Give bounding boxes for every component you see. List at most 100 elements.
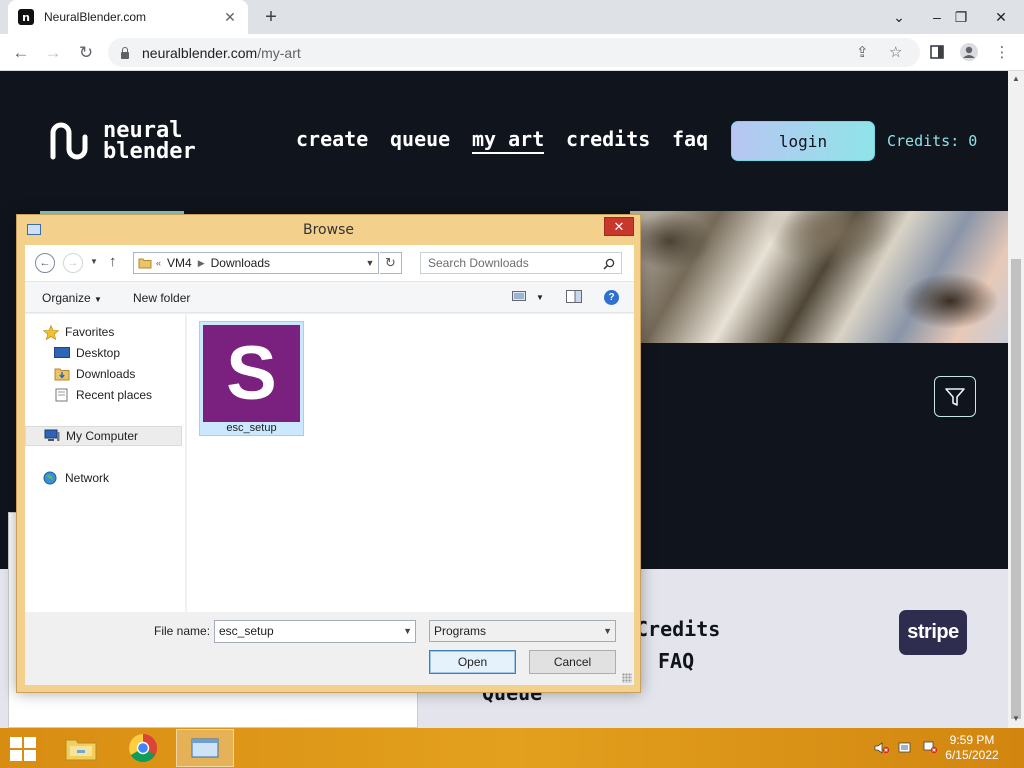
address-bar[interactable]: neuralblender.com/my-art ⇪ ☆ xyxy=(108,38,920,67)
path-segment-downloads[interactable]: Downloads xyxy=(211,256,270,270)
new-folder-button[interactable]: New folder xyxy=(133,291,190,305)
neuralblender-logo[interactable]: neural blender xyxy=(47,119,196,163)
taskbar-chrome[interactable] xyxy=(114,729,172,767)
resize-grip-icon[interactable] xyxy=(622,673,632,683)
dialog-close-button[interactable]: ✕ xyxy=(604,217,634,236)
neuralblender-logo-icon xyxy=(50,122,88,160)
path-segment-vm4[interactable]: VM4 xyxy=(167,256,192,270)
nav-downloads-label: Downloads xyxy=(76,367,136,381)
file-type-dropdown-icon: ▼ xyxy=(603,626,612,636)
dialog-body: ← → ▼ ↑ « VM4 ▶ Downloads ▼ ↻ Search Dow… xyxy=(25,245,634,685)
file-type-select[interactable]: Programs ▼ xyxy=(429,620,616,642)
nav-credits[interactable]: credits xyxy=(566,127,650,151)
page-scrollbar[interactable]: ▲ ▼ xyxy=(1008,71,1024,728)
filter-icon xyxy=(945,387,965,406)
file-name-dropdown-icon[interactable]: ▼ xyxy=(403,621,412,642)
browser-tab[interactable]: n NeuralBlender.com ✕ xyxy=(8,0,248,34)
start-button[interactable] xyxy=(8,736,38,762)
new-tab-button[interactable]: + xyxy=(260,6,282,28)
nav-network-label: Network xyxy=(65,471,110,485)
file-explorer-icon xyxy=(65,739,97,761)
search-icon xyxy=(603,256,615,276)
recent-places-icon xyxy=(54,388,70,402)
computer-icon xyxy=(44,429,60,443)
nav-my-art[interactable]: my art xyxy=(472,127,545,154)
dialog-bottom-area: File name: esc_setup ▼ Programs ▼ Open C… xyxy=(25,612,634,685)
chrome-menu-icon[interactable]: ⋮ xyxy=(991,41,1013,63)
system-clock[interactable]: 9:59 PM 6/15/2022 xyxy=(930,733,1014,763)
file-type-value: Programs xyxy=(434,624,487,638)
footer-link-credits[interactable]: Credits xyxy=(636,617,720,641)
logo-text-line1: neural xyxy=(103,118,183,143)
favorites-star-icon xyxy=(42,324,60,341)
file-item-esc-setup[interactable]: S esc_setup xyxy=(199,321,304,436)
filter-button[interactable] xyxy=(934,376,976,417)
windows-taskbar: 9:59 PM 6/15/2022 xyxy=(0,728,1024,768)
logo-text-line2: blender xyxy=(103,139,196,164)
dialog-title: Browse xyxy=(303,222,354,238)
share-icon[interactable]: ⇪ xyxy=(856,43,869,61)
search-placeholder: Search Downloads xyxy=(428,256,529,270)
browser-toolbar: ← → ↻ neuralblender.com/my-art ⇪ ☆ ⋮ xyxy=(0,34,1024,71)
dialog-forward-button[interactable]: → xyxy=(63,253,83,273)
side-panel-icon[interactable] xyxy=(926,41,948,63)
nav-faq[interactable]: faq xyxy=(672,127,708,151)
nav-recent-places-label: Recent places xyxy=(76,388,153,402)
nav-recent-places[interactable]: Recent places xyxy=(54,385,152,405)
up-folder-button[interactable]: ↑ xyxy=(109,253,117,270)
login-button[interactable]: login xyxy=(731,121,875,161)
preview-pane-icon[interactable] xyxy=(566,290,582,306)
file-name-input-value: esc_setup xyxy=(219,624,274,638)
dialog-search-input[interactable]: Search Downloads xyxy=(420,252,622,274)
restore-button[interactable]: ❐ xyxy=(944,0,978,34)
desktop-icon xyxy=(54,346,70,360)
taskbar-active-window[interactable] xyxy=(176,729,234,767)
forward-button[interactable]: → xyxy=(40,40,66,66)
volume-muted-icon[interactable] xyxy=(874,741,890,755)
chrome-icon xyxy=(129,734,157,762)
nav-create[interactable]: create xyxy=(296,127,368,151)
reload-button[interactable]: ↻ xyxy=(73,40,99,66)
scroll-down-icon[interactable]: ▼ xyxy=(1008,714,1024,723)
stripe-badge[interactable]: stripe xyxy=(899,610,967,655)
open-button[interactable]: Open xyxy=(429,650,516,674)
profile-avatar-icon[interactable] xyxy=(958,41,980,63)
dialog-navigation-pane: Favorites Desktop Downloads Recent place… xyxy=(25,314,185,612)
nav-queue[interactable]: queue xyxy=(390,127,450,151)
cancel-button[interactable]: Cancel xyxy=(529,650,616,674)
dialog-back-button[interactable]: ← xyxy=(35,253,55,273)
path-dropdown-icon[interactable]: ▼ xyxy=(362,253,378,273)
nav-favorites-label: Favorites xyxy=(65,325,115,339)
nav-downloads[interactable]: Downloads xyxy=(54,364,135,384)
lock-icon xyxy=(120,46,130,59)
scroll-up-icon[interactable]: ▲ xyxy=(1008,74,1024,83)
browse-dialog: Browse ✕ ← → ▼ ↑ « VM4 ▶ Downloads ▼ ↻ S… xyxy=(16,214,641,693)
back-button[interactable]: ← xyxy=(8,40,34,66)
organize-label: Organize xyxy=(42,291,91,305)
dialog-address-row: ← → ▼ ↑ « VM4 ▶ Downloads ▼ ↻ Search Dow… xyxy=(25,245,634,281)
help-icon[interactable]: ? xyxy=(604,290,619,305)
dialog-path-bar[interactable]: « VM4 ▶ Downloads ▼ xyxy=(133,252,379,274)
tab-search-chevron-icon[interactable]: ⌄ xyxy=(882,0,916,34)
taskbar-file-explorer[interactable] xyxy=(52,729,110,767)
nav-desktop-label: Desktop xyxy=(76,346,121,360)
file-name-input[interactable]: esc_setup ▼ xyxy=(214,620,416,643)
downloads-folder-icon xyxy=(54,367,70,381)
nav-desktop[interactable]: Desktop xyxy=(54,343,120,363)
window-close-button[interactable]: ✕ xyxy=(984,0,1018,34)
action-center-flag-icon[interactable] xyxy=(898,741,914,755)
bookmark-star-icon[interactable]: ☆ xyxy=(889,43,902,61)
footer-link-faq[interactable]: FAQ xyxy=(658,649,694,673)
nav-my-computer-label: My Computer xyxy=(66,429,139,443)
view-options-chevron-icon[interactable]: ▼ xyxy=(536,293,544,302)
nav-my-computer[interactable]: My Computer xyxy=(25,426,182,446)
nav-network[interactable]: Network xyxy=(43,468,109,488)
change-view-icon[interactable] xyxy=(512,290,526,305)
close-tab-icon[interactable]: ✕ xyxy=(222,9,238,26)
organize-menu[interactable]: Organize ▼ xyxy=(42,291,102,305)
nav-favorites[interactable]: Favorites xyxy=(42,322,115,342)
scrollbar-thumb[interactable] xyxy=(1011,259,1021,719)
dialog-command-bar: Organize ▼ New folder ▼ ? xyxy=(25,281,634,313)
dialog-refresh-button[interactable]: ↻ xyxy=(380,252,402,274)
recent-locations-chevron-icon[interactable]: ▼ xyxy=(90,257,98,266)
